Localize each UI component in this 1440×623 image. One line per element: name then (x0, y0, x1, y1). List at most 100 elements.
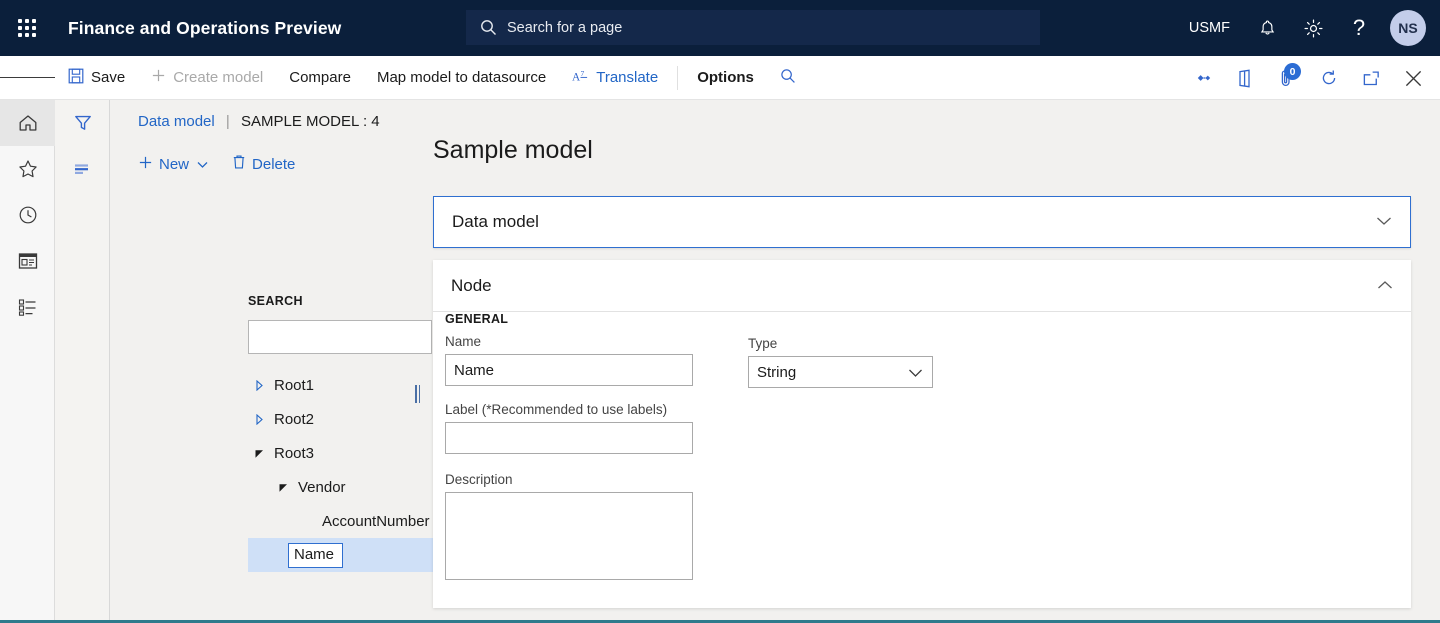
command-bar-right-icons: 0 (1182, 56, 1434, 100)
legal-entity-selector[interactable]: USMF (1175, 20, 1244, 36)
search-heading: SEARCH (248, 294, 303, 308)
field-type-label: Type (748, 336, 933, 351)
search-icon (780, 68, 796, 88)
map-model-to-datasource-button[interactable]: Map model to datasource (364, 56, 559, 100)
tree-node-label: AccountNumber (322, 513, 430, 530)
caret-expanded-icon[interactable] (272, 482, 294, 493)
save-button[interactable]: Save (55, 56, 138, 100)
modules-list-icon (17, 297, 39, 317)
avatar[interactable]: NS (1390, 10, 1426, 46)
new-label: New (159, 156, 189, 173)
compare-label: Compare (289, 69, 351, 86)
detail-pane: Sample model Data model Node GENERAL Nam… (433, 100, 1440, 623)
top-navigation-bar: Finance and Operations Preview Search fo… (0, 0, 1440, 56)
tree-node-name-editor[interactable]: Name (288, 543, 343, 568)
field-name-label: Name (445, 334, 693, 349)
app-launcher-button[interactable] (0, 0, 54, 56)
command-bar-divider (677, 66, 678, 90)
plus-icon (138, 155, 153, 174)
tree-node-label: Root1 (274, 377, 314, 394)
search-input[interactable] (248, 320, 432, 354)
chevron-down-icon[interactable] (1376, 213, 1392, 231)
sidebar-item-modules[interactable] (0, 284, 55, 330)
workspaces-icon (17, 251, 39, 271)
translate-label: Translate (596, 69, 658, 86)
trash-icon (232, 154, 246, 174)
home-icon (17, 112, 39, 134)
fasttab-node[interactable]: Node (433, 260, 1411, 312)
compare-button[interactable]: Compare (276, 56, 364, 100)
app-launcher-icon (18, 19, 36, 37)
secondary-filter-rail (55, 100, 110, 623)
field-name: Name (445, 334, 693, 386)
field-type: Type String (748, 336, 933, 388)
save-label: Save (91, 69, 125, 86)
command-bar: Save Create model Compare Map model to d… (0, 56, 1440, 100)
tree-node-label: Root2 (274, 411, 314, 428)
tree-pane-resize-handle[interactable] (415, 385, 420, 403)
delete-label: Delete (252, 156, 295, 173)
chevron-right-icon[interactable] (248, 380, 270, 391)
create-model-button: Create model (138, 56, 276, 100)
favorites-star-icon (17, 158, 39, 180)
options-label: Options (697, 69, 754, 86)
left-navigation-rail (0, 100, 55, 623)
map-model-label: Map model to datasource (377, 69, 546, 86)
attachment-icon[interactable]: 0 (1266, 56, 1308, 100)
global-search-box[interactable]: Search for a page (466, 10, 1040, 45)
fasttab-data-model[interactable]: Data model (433, 196, 1411, 248)
global-search-placeholder: Search for a page (507, 20, 622, 36)
svg-text:7: 7 (581, 69, 585, 78)
translate-button[interactable]: A7 Translate (559, 56, 671, 100)
create-model-label: Create model (173, 69, 263, 86)
breadcrumb-link-data-model[interactable]: Data model (138, 113, 215, 130)
general-group-heading: GENERAL (445, 312, 508, 326)
open-in-new-window-icon[interactable] (1350, 56, 1392, 100)
plus-icon (151, 68, 166, 87)
recent-clock-icon (17, 204, 39, 226)
options-button[interactable]: Options (684, 56, 767, 100)
label-input[interactable] (445, 422, 693, 454)
translate-icon: A7 (572, 68, 589, 88)
search-icon (480, 19, 502, 36)
tree-node-label: Vendor (298, 479, 346, 496)
panel-icon[interactable] (1224, 56, 1266, 100)
type-select[interactable]: String (748, 356, 933, 388)
question-mark-icon[interactable]: ? (1336, 0, 1382, 56)
gear-icon[interactable] (1290, 0, 1336, 56)
top-bar-right-actions: USMF ? NS (1175, 0, 1440, 56)
sidebar-item-recent[interactable] (0, 192, 55, 238)
name-input[interactable] (445, 354, 693, 386)
sidebar-item-favorites[interactable] (0, 146, 55, 192)
description-input[interactable] (445, 492, 693, 580)
bell-icon[interactable] (1244, 0, 1290, 56)
field-label: Label (*Recommended to use labels) (445, 402, 693, 454)
save-icon (68, 68, 84, 88)
refresh-icon[interactable] (1308, 56, 1350, 100)
field-description-label: Description (445, 472, 693, 487)
app-title: Finance and Operations Preview (68, 18, 341, 39)
tree-node-label: Root3 (274, 445, 314, 462)
field-description: Description (445, 472, 693, 585)
model-tree-pane: Data model | SAMPLE MODEL : 4 New Delete (110, 100, 433, 623)
sort-lines-icon[interactable] (55, 146, 110, 192)
caret-expanded-icon[interactable] (248, 448, 270, 459)
field-label-label: Label (*Recommended to use labels) (445, 402, 693, 417)
fasttab-data-model-title: Data model (452, 212, 539, 232)
new-button[interactable]: New (138, 151, 218, 178)
navigation-menu-toggle[interactable] (0, 56, 55, 100)
filter-funnel-icon[interactable] (55, 100, 110, 146)
relationship-icon[interactable] (1182, 56, 1224, 100)
chevron-up-icon[interactable] (1377, 277, 1393, 295)
chevron-down-icon (197, 156, 208, 173)
breadcrumb-current: SAMPLE MODEL : 4 (241, 113, 380, 130)
close-icon[interactable] (1392, 56, 1434, 100)
tree-toolbar: New Delete (138, 150, 319, 178)
page-title: Sample model (433, 136, 593, 165)
command-search-button[interactable] (767, 56, 809, 100)
chevron-right-icon[interactable] (248, 414, 270, 425)
breadcrumb: Data model | SAMPLE MODEL : 4 (138, 113, 380, 130)
delete-button[interactable]: Delete (232, 150, 305, 178)
sidebar-item-workspaces[interactable] (0, 238, 55, 284)
sidebar-item-home[interactable] (0, 100, 55, 146)
